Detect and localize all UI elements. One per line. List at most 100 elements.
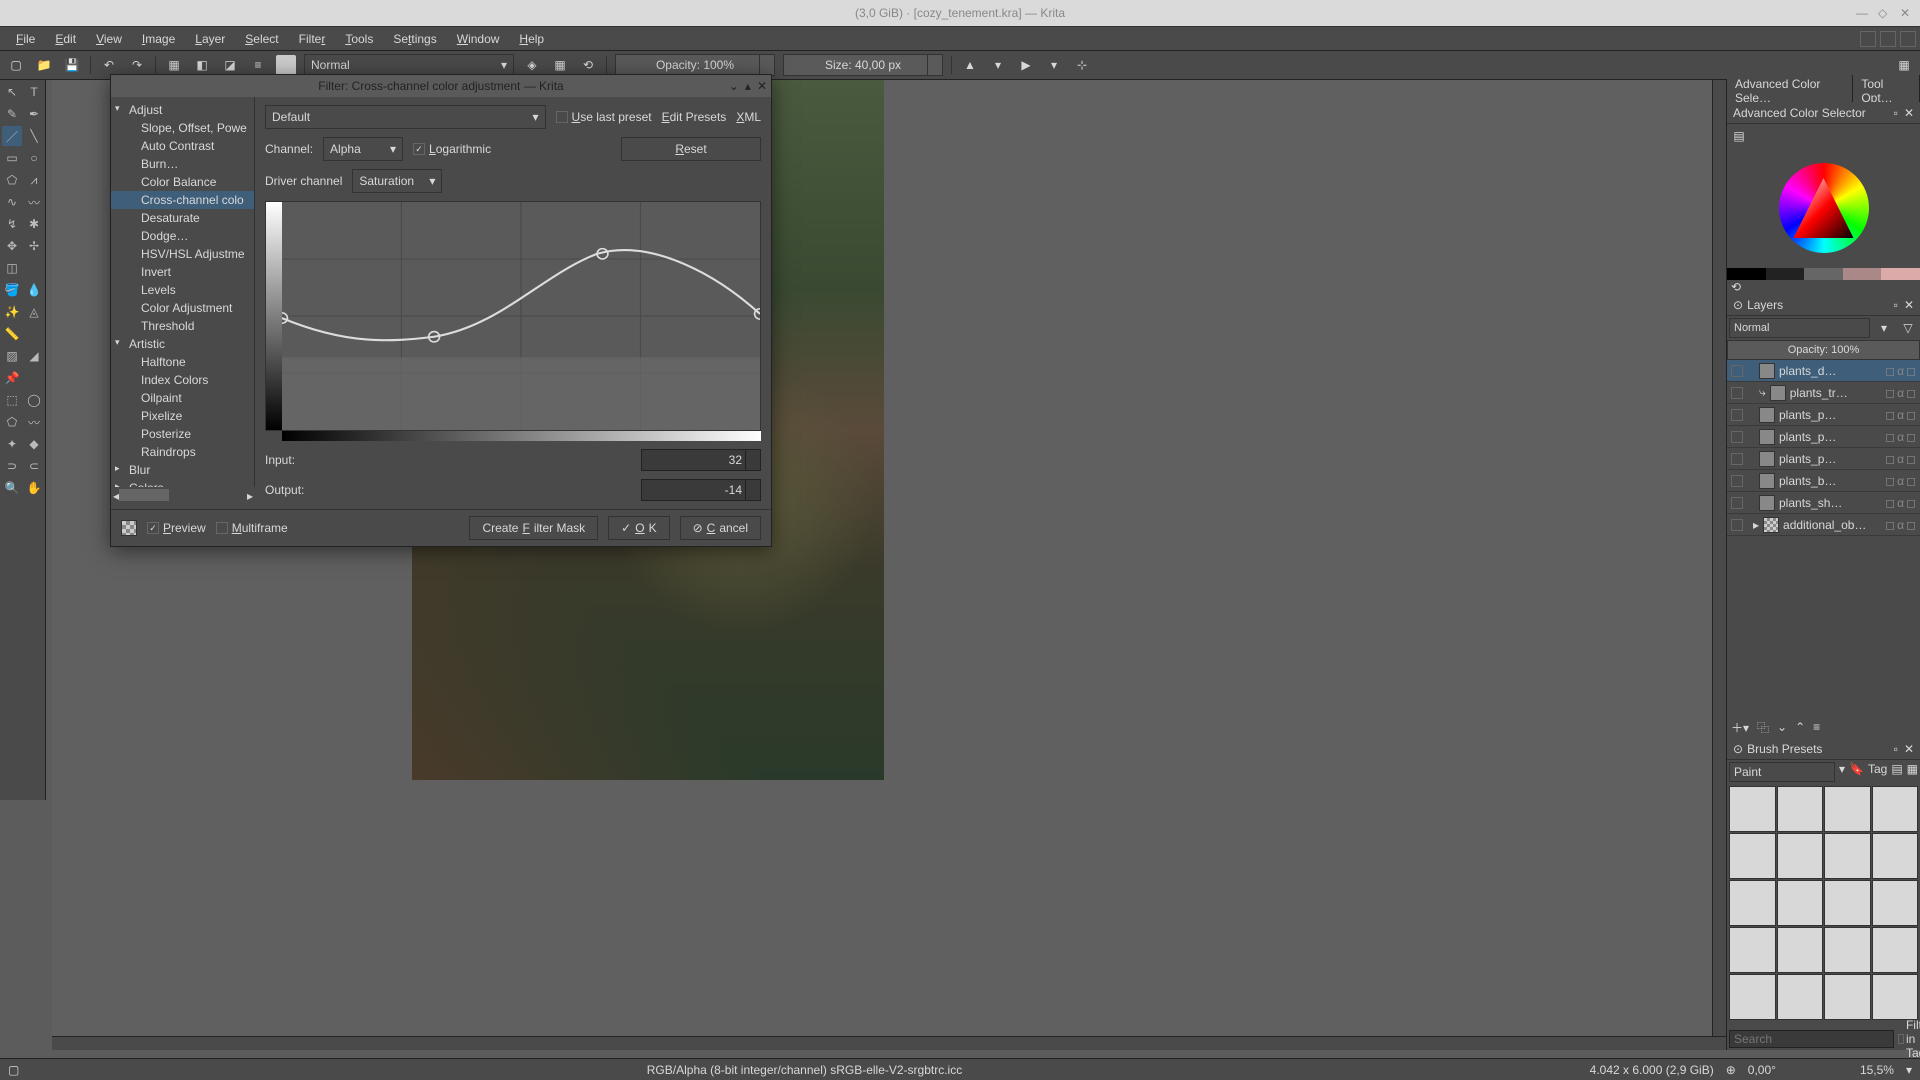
brush-preset[interactable]: ◐ <box>1824 880 1871 926</box>
lock-icon[interactable]: ◻ <box>1885 364 1895 378</box>
tool-dynamic[interactable]: ↯ <box>2 214 22 234</box>
reload-colors-icon[interactable]: ⟲ <box>1731 280 1741 294</box>
brush-search-input[interactable] <box>1729 1030 1894 1048</box>
close-icon[interactable]: ✕ <box>1900 6 1914 20</box>
menu-view[interactable]: View <box>86 30 132 48</box>
tool-calligraphy[interactable]: ✒ <box>24 104 44 124</box>
tree-item[interactable]: Auto Contrast <box>111 137 254 155</box>
brush-preset[interactable]: 🖌 <box>1777 974 1824 1020</box>
tool-ellipse[interactable]: ○ <box>24 148 44 168</box>
brush-preset[interactable]: 🖌 <box>1872 974 1919 1020</box>
tree-item[interactable]: Burn… <box>111 155 254 173</box>
reset-button[interactable]: Reset <box>621 137 761 161</box>
properties-icon[interactable]: ≡ <box>1813 720 1820 734</box>
pattern-icon[interactable]: ▦ <box>164 55 184 75</box>
eraser-icon[interactable]: ◈ <box>522 55 542 75</box>
brush-category-select[interactable]: Paint <box>1729 762 1835 782</box>
brush-preset[interactable]: 🖍 <box>1824 833 1871 879</box>
close-docker-icon[interactable]: ✕ <box>1904 106 1914 120</box>
brush-preset[interactable]: 🖌 <box>1729 974 1776 1020</box>
layer-blend-dropdown-icon[interactable]: ▾ <box>1874 318 1894 338</box>
eye-icon[interactable] <box>1731 519 1743 531</box>
opacity-slider[interactable]: Opacity: 100% <box>615 54 775 76</box>
tree-item[interactable]: Threshold <box>111 317 254 335</box>
layer-row[interactable]: ⤷plants_tr…◻α◻ <box>1727 382 1920 404</box>
close-layers-icon[interactable]: ✕ <box>1904 298 1914 312</box>
tool-edit-shapes[interactable]: ✎ <box>2 104 22 124</box>
tool-fill[interactable]: 🪣 <box>2 280 22 300</box>
tree-item[interactable]: Color Adjustment <box>111 299 254 317</box>
filter-in-tag-checkbox[interactable] <box>1898 1034 1904 1044</box>
tree-hscroll[interactable]: ◂▸ <box>111 487 255 505</box>
status-zoom[interactable]: 15,5% <box>1860 1063 1894 1077</box>
brushes-config-icon[interactable]: ⊙ <box>1733 742 1743 756</box>
menu-image[interactable]: Image <box>132 30 185 48</box>
workspace-chooser-icon[interactable]: ▦ <box>1894 55 1914 75</box>
menu-window[interactable]: Window <box>447 30 510 48</box>
tree-item[interactable]: Index Colors <box>111 371 254 389</box>
color-wheel[interactable] <box>1727 148 1920 268</box>
input-spinner[interactable]: 32 <box>641 449 761 471</box>
use-last-preset-checkbox[interactable]: Use last preset <box>556 110 652 124</box>
menu-settings[interactable]: Settings <box>383 30 446 48</box>
eye-icon[interactable] <box>1731 475 1743 487</box>
tool-select-similar[interactable]: ◆ <box>24 434 44 454</box>
layer-row[interactable]: plants_p…◻α◻ <box>1727 448 1920 470</box>
color-config-icon[interactable]: ▤ <box>1729 126 1749 146</box>
menu-select[interactable]: Select <box>235 30 288 48</box>
open-icon[interactable]: 📁 <box>34 55 54 75</box>
eye-icon[interactable] <box>1731 453 1743 465</box>
tree-item-crosschannel[interactable]: Cross-channel colo <box>111 191 254 209</box>
layer-row[interactable]: plants_sh…◻α◻ <box>1727 492 1920 514</box>
wrap-icon[interactable]: ⊹ <box>1072 55 1092 75</box>
driver-channel-select[interactable]: Saturation▾ <box>352 169 442 193</box>
brush-preset[interactable]: 🖌 <box>1729 927 1776 973</box>
brush-preset[interactable]: 🖌 <box>1824 927 1871 973</box>
brush-preset[interactable]: 〰 <box>1777 786 1824 832</box>
brush-preset[interactable]: ✏ <box>1777 833 1824 879</box>
logarithmic-checkbox[interactable]: ✓Logarithmic <box>413 142 491 156</box>
preset-select[interactable]: Default▾ <box>265 105 546 129</box>
brush-preset[interactable]: 🖌 <box>1729 786 1776 832</box>
close-brushes-icon[interactable]: ✕ <box>1904 742 1914 756</box>
tag-icon[interactable]: 🔖 <box>1849 762 1864 782</box>
tool-select-bezier[interactable]: ⊃ <box>2 456 22 476</box>
tree-item[interactable]: Posterize <box>111 425 254 443</box>
mirror-x-icon[interactable]: ▲ <box>960 55 980 75</box>
cancel-button[interactable]: ⊘ Cancel <box>680 516 761 540</box>
eye-icon[interactable] <box>1731 431 1743 443</box>
multiframe-checkbox[interactable]: Multiframe <box>216 521 288 535</box>
tree-item[interactable]: Desaturate <box>111 209 254 227</box>
tree-item[interactable]: Halftone <box>111 353 254 371</box>
tree-category-artistic[interactable]: Artistic <box>111 335 254 353</box>
tree-item[interactable]: Pixelize <box>111 407 254 425</box>
tool-select-magnetic[interactable]: ⊂ <box>24 456 44 476</box>
tool-color-picker[interactable]: 💧 <box>24 280 44 300</box>
ok-button[interactable]: ✓ OK <box>608 516 669 540</box>
minimize-icon[interactable]: — <box>1856 6 1870 20</box>
layer-filter-icon[interactable]: ▽ <box>1898 318 1918 338</box>
layer-blend-select[interactable]: Normal <box>1729 318 1870 338</box>
scrollbar-v[interactable] <box>1712 80 1726 1036</box>
brush-preset[interactable]: 🖌 <box>1824 974 1871 1020</box>
layer-row[interactable]: plants_p…◻α◻ <box>1727 426 1920 448</box>
tree-item[interactable]: Raindrops <box>111 443 254 461</box>
mirror-y-icon[interactable]: ▶ <box>1016 55 1036 75</box>
tool-select-rect[interactable]: ⬚ <box>2 390 22 410</box>
eye-icon[interactable] <box>1731 365 1743 377</box>
workspace-reset-icon[interactable] <box>1880 31 1896 47</box>
menu-file[interactable]: File <box>6 30 45 48</box>
brush-preset[interactable]: 🖌 <box>1872 833 1919 879</box>
menu-edit[interactable]: Edit <box>45 30 86 48</box>
brush-preset[interactable]: ⬤ <box>1872 880 1919 926</box>
mirror-y-dropdown-icon[interactable]: ▾ <box>1044 55 1064 75</box>
tree-item[interactable]: Levels <box>111 281 254 299</box>
tool-ref[interactable]: 📌 <box>2 368 22 388</box>
alpha-icon[interactable]: ◻ <box>1906 364 1916 378</box>
tree-item[interactable]: Invert <box>111 263 254 281</box>
brush-editor-icon[interactable]: ≡ <box>248 55 268 75</box>
workspace-new-icon[interactable] <box>1860 31 1876 47</box>
tool-select-free[interactable]: 〰 <box>24 412 44 432</box>
tool-zoom[interactable]: 🔍 <box>2 478 22 498</box>
new-doc-icon[interactable]: ▢ <box>6 55 26 75</box>
